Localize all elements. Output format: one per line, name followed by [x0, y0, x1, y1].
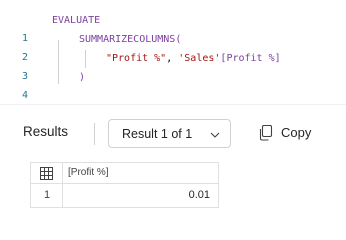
function-summarizecolumns: SUMMARIZECOLUMNS(: [79, 34, 182, 45]
row-number: 1: [43, 189, 51, 201]
copy-label: Copy: [281, 125, 312, 140]
row-number-cell[interactable]: 1: [31, 184, 63, 207]
table-reference: 'Sales': [178, 53, 221, 64]
column-header-label: [Profit %]: [68, 167, 109, 178]
string-literal: "Profit %": [106, 53, 167, 64]
code-line-4: 4 ): [0, 69, 346, 101]
line-number: 4: [21, 90, 28, 101]
table-cell[interactable]: 0.01: [63, 184, 218, 207]
column-reference: [Profit %]: [220, 53, 281, 64]
results-title: Results: [23, 124, 69, 139]
copy-button[interactable]: Copy: [259, 122, 321, 144]
table-grid-icon: [40, 167, 53, 180]
code-line-2: 2 SUMMARIZECOLUMNS(: [0, 31, 346, 63]
separator: ,: [166, 53, 179, 64]
results-grid[interactable]: [Profit %] 1 0.01: [30, 162, 219, 208]
keyword-evaluate: EVALUATE: [52, 15, 101, 26]
result-selector-label: Result 1 of 1: [122, 127, 193, 141]
grid-corner-cell[interactable]: [31, 163, 63, 184]
code-line-3: 3 "Profit %", 'Sales'[Profit %]: [0, 50, 346, 82]
column-header[interactable]: [Profit %]: [63, 163, 218, 184]
closing-paren: ): [79, 72, 86, 83]
result-selector-dropdown[interactable]: Result 1 of 1: [108, 119, 231, 148]
code-line-1: 1 EVALUATE: [0, 12, 346, 44]
dax-query-editor[interactable]: 1 EVALUATE 2 SUMMARIZECOLUMNS( 3 "Profit…: [0, 0, 346, 101]
chevron-down-icon: [210, 132, 220, 138]
section-divider: [0, 104, 346, 105]
cell-value: 0.01: [188, 189, 210, 201]
toolbar-separator: [94, 123, 95, 145]
copy-icon: [259, 125, 273, 141]
code-line-3-content: "Profit %", 'Sales'[Profit %]: [106, 50, 281, 68]
